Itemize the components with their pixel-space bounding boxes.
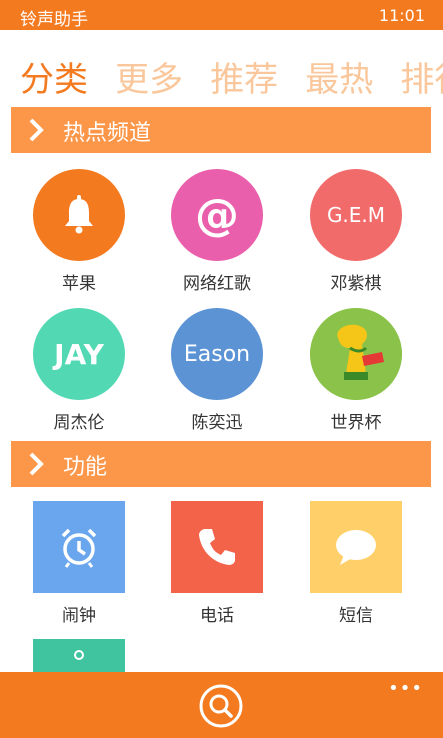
more-button[interactable]: •••: [388, 678, 423, 699]
chevron-right-icon: [29, 118, 44, 142]
feature-label: 短信: [339, 606, 373, 626]
jay-logo-icon: JAY: [33, 308, 125, 400]
feature-label: 电话: [200, 606, 234, 626]
search-icon: [199, 684, 243, 728]
tab-more[interactable]: 更多: [115, 52, 183, 101]
gem-logo-icon: G.E.M: [310, 169, 402, 261]
phone-icon: [171, 501, 263, 593]
channel-apple[interactable]: 苹果: [9, 169, 149, 294]
eason-logo-icon: Eason: [171, 308, 263, 400]
channel-world-cup[interactable]: 世界杯: [286, 308, 426, 433]
alarm-clock-icon: [33, 501, 125, 593]
app-bar: •••: [0, 672, 443, 738]
channel-label: 邓紫棋: [330, 274, 382, 294]
hot-channels-header[interactable]: 热点频道: [11, 107, 431, 153]
tab-recommended[interactable]: 推荐: [210, 52, 278, 101]
channel-net-songs[interactable]: @ 网络红歌: [147, 169, 287, 294]
tab-ranking[interactable]: 排行: [400, 52, 443, 101]
search-button[interactable]: [198, 683, 244, 729]
channel-label: 苹果: [62, 274, 96, 294]
section-title: 功能: [63, 455, 108, 480]
section-title: 热点频道: [63, 121, 152, 146]
tab-hottest[interactable]: 最热: [305, 52, 373, 101]
channel-eason[interactable]: Eason 陈奕迅: [147, 308, 287, 433]
channel-label: 网络红歌: [183, 274, 251, 294]
world-cup-trophy-icon: [310, 308, 402, 400]
tile-partial: [33, 639, 125, 672]
chevron-right-icon: [29, 452, 44, 476]
pivot-tabs: 分类 更多 推荐 最热 排行: [20, 52, 443, 101]
at-icon: @: [171, 169, 263, 261]
tab-category[interactable]: 分类: [20, 52, 88, 101]
feature-sms[interactable]: 短信: [286, 501, 426, 626]
speech-bubble-icon: [310, 501, 402, 593]
status-bar: 铃声助手 11:01: [0, 0, 443, 30]
channel-label: 周杰伦: [53, 413, 105, 433]
channel-gem[interactable]: G.E.M 邓紫棋: [286, 169, 426, 294]
feature-alarm[interactable]: 闹钟: [9, 501, 149, 626]
status-time: 11:01: [378, 6, 425, 25]
feature-label: 闹钟: [62, 606, 96, 626]
feature-phone[interactable]: 电话: [147, 501, 287, 626]
channel-jay[interactable]: JAY 周杰伦: [9, 308, 149, 433]
app-name: 铃声助手: [20, 10, 88, 30]
bell-icon: [33, 169, 125, 261]
feature-partial-tile[interactable]: [9, 639, 149, 672]
features-header[interactable]: 功能: [11, 441, 431, 487]
channel-label: 陈奕迅: [191, 413, 243, 433]
channel-label: 世界杯: [330, 413, 382, 433]
